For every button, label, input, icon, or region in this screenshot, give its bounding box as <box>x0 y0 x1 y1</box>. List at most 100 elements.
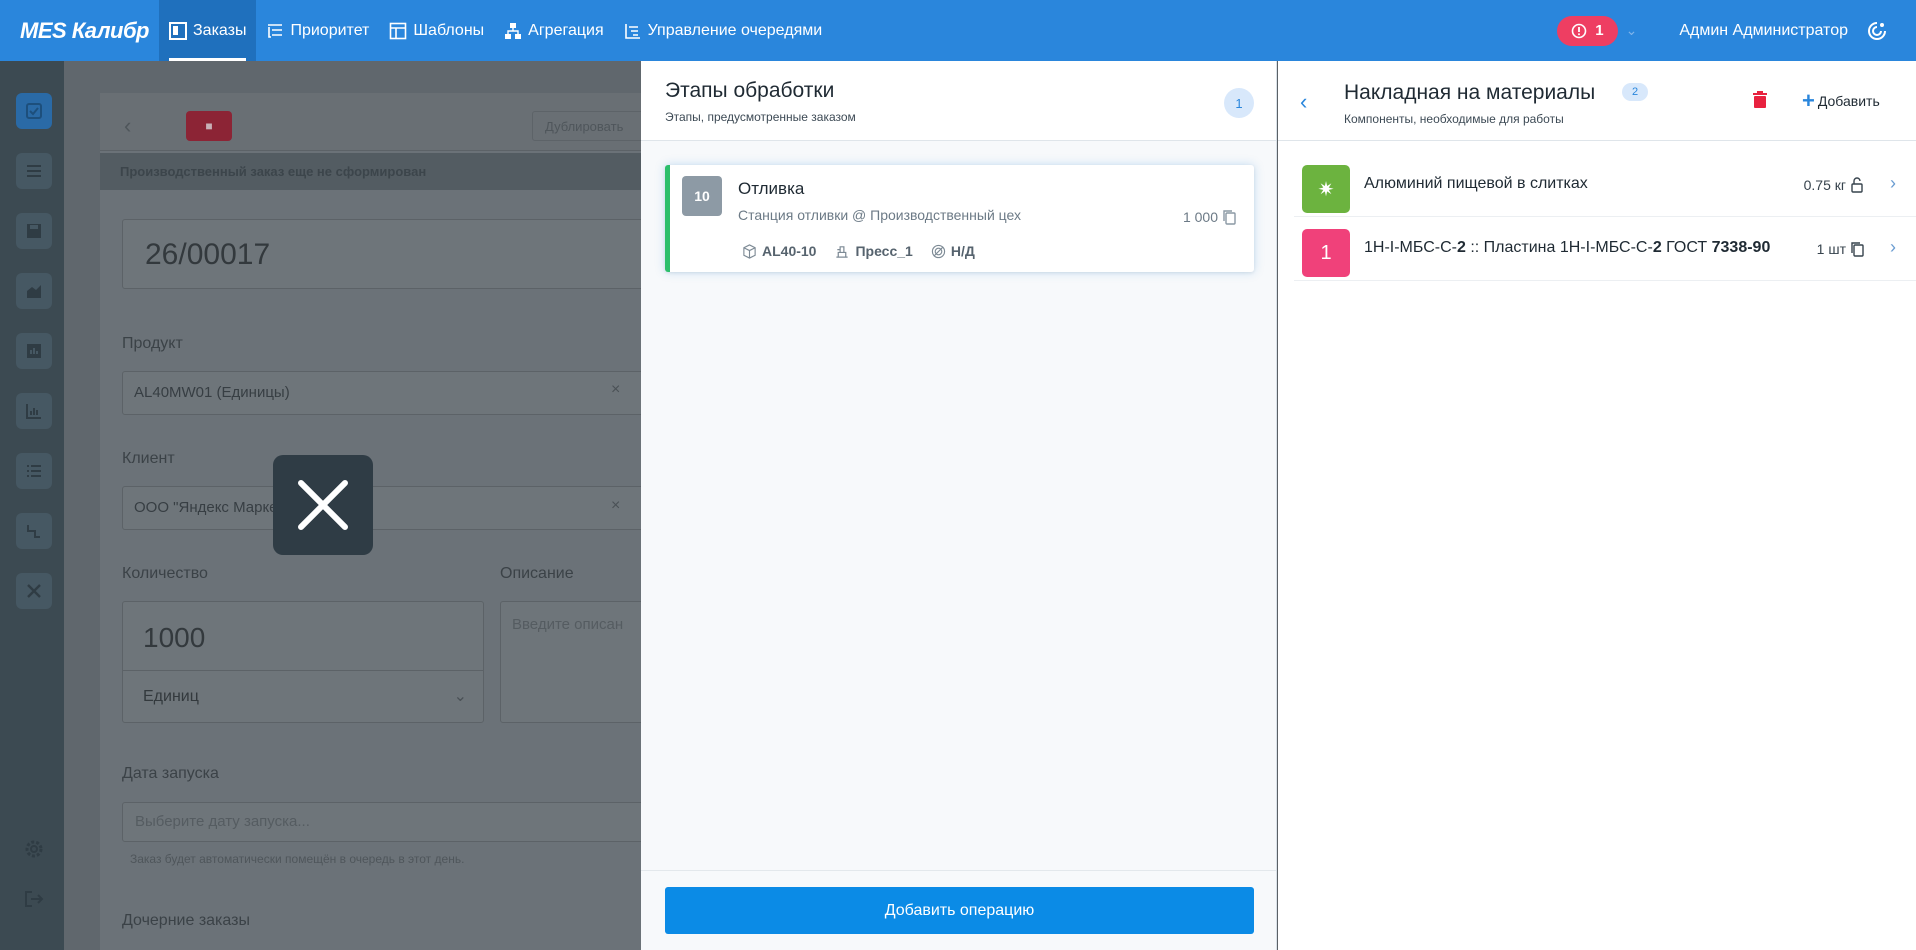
quantity-label: Количество <box>122 565 208 582</box>
material-quantity: 1 шт <box>1817 241 1864 257</box>
sidebar-item-stats[interactable] <box>16 393 52 429</box>
nav-templates[interactable]: Шаблоны <box>379 0 494 61</box>
user-name[interactable]: Админ Администратор <box>1679 22 1848 40</box>
product-select[interactable]: AL40MW01 (Единицы) <box>122 371 662 415</box>
operation-quantity: 1 000 <box>1183 209 1236 225</box>
back-icon[interactable]: ‹ <box>124 113 131 139</box>
materials-panel: ‹ Накладная на материалы 2 Компоненты, н… <box>1278 61 1916 950</box>
queue-icon <box>624 23 640 39</box>
order-number-field[interactable]: 26/00017 <box>122 219 662 289</box>
chevron-right-icon[interactable]: › <box>1890 237 1896 258</box>
status-banner: Производственный заказ еще не сформирова… <box>100 153 660 190</box>
tools-icon <box>27 584 41 598</box>
active-tab-indicator <box>169 58 247 61</box>
material-type-icon: ✷ <box>1302 165 1350 213</box>
tag-item: AL40-10 <box>742 243 816 259</box>
sidebar-item-area-chart[interactable] <box>16 273 52 309</box>
sidebar-settings-gear[interactable] <box>22 837 46 861</box>
alert-icon <box>1571 23 1587 38</box>
nav-priority[interactable]: Приоритет <box>256 0 379 61</box>
lock-icon[interactable] <box>1850 177 1864 193</box>
nav-templates-label: Шаблоны <box>413 21 485 39</box>
material-name-bold: 2 <box>1456 239 1466 256</box>
materials-title: Накладная на материалы <box>1344 81 1596 104</box>
alerts-count: 1 <box>1595 22 1604 39</box>
add-material-label: Добавить <box>1817 93 1880 109</box>
nav-queue-management[interactable]: Управление очередями <box>614 0 833 61</box>
copy-icon[interactable] <box>1222 209 1236 225</box>
material-row[interactable]: ✷ Алюминий пищевой в слитках 0.75 кг › <box>1294 153 1916 217</box>
stages-subtitle: Этапы, предусмотренные заказом <box>665 110 856 124</box>
aggregation-icon <box>505 22 522 39</box>
material-row[interactable]: 1 1Н-I-МБС-С-2 :: Пластина 1Н-I-МБС-С-2 … <box>1294 217 1916 281</box>
launch-date-label: Дата запуска <box>122 765 219 782</box>
save-icon <box>27 224 41 238</box>
stats-icon <box>26 404 41 419</box>
sidebar-item-list[interactable] <box>16 453 52 489</box>
chevron-down-icon: ⌄ <box>453 688 467 705</box>
chevron-down-icon[interactable]: ⌄ <box>1626 22 1638 39</box>
launch-date-input[interactable]: Выберите дату запуска... <box>122 802 662 842</box>
nav-queue-label: Управление очередями <box>647 21 823 39</box>
nav-orders[interactable]: Заказы <box>159 0 257 61</box>
material-name: 1Н-I-МБС-С-2 :: Пластина 1Н-I-МБС-С-2 ГО… <box>1364 239 1770 257</box>
gear-icon <box>25 840 43 858</box>
app-logo[interactable]: MES Калибр <box>0 18 159 44</box>
user-menu-icon[interactable] <box>1866 20 1888 42</box>
tool-icon <box>931 244 945 258</box>
nav-priority-label: Приоритет <box>290 21 370 39</box>
sidebar-item-orders[interactable] <box>16 93 52 129</box>
stages-count-badge: 1 <box>1224 88 1254 118</box>
sidebar-item-tools[interactable] <box>16 573 52 609</box>
delete-order-button[interactable]: ■ <box>186 111 232 141</box>
top-navbar: MES Калибр Заказы Приоритет Шаблоны Агре… <box>0 0 1916 61</box>
sidebar-item-settings[interactable] <box>16 153 52 189</box>
tag-tool-label: Н/Д <box>950 243 975 259</box>
sidebar-item-route[interactable] <box>16 513 52 549</box>
list-icon <box>27 465 41 477</box>
description-input[interactable]: Введите описан <box>500 601 662 723</box>
sliders-icon <box>27 165 41 177</box>
material-name-bold: 7338-90 <box>1711 239 1771 256</box>
operation-card[interactable]: 10 Отливка Станция отливки @ Производств… <box>665 165 1254 272</box>
checklist-icon <box>26 103 42 119</box>
material-quantity: 0.75 кг <box>1804 177 1864 193</box>
launch-date-hint: Заказ будет автоматически помещён в очер… <box>130 852 465 866</box>
back-icon[interactable]: ‹ <box>1300 89 1307 115</box>
material-name-part: 1Н-I-МБС-С- <box>1364 239 1457 256</box>
stages-list: 10 Отливка Станция отливки @ Производств… <box>641 141 1276 870</box>
material-name-part: ГОСТ <box>1661 239 1712 256</box>
nav-aggregation-label: Агрегация <box>528 21 604 39</box>
material-name-part: :: Пластина 1Н-I-МБС-С- <box>1465 239 1653 256</box>
unit-select[interactable]: Единиц <box>143 688 199 706</box>
bar-chart-icon <box>27 344 41 358</box>
chevron-right-icon[interactable]: › <box>1890 173 1896 194</box>
clear-client-icon[interactable]: × <box>611 497 620 515</box>
quantity-input[interactable]: 1000 <box>143 622 205 654</box>
add-material-button[interactable]: + Добавить <box>1802 90 1880 112</box>
material-name: Алюминий пищевой в слитках <box>1364 175 1588 192</box>
clear-product-icon[interactable]: × <box>611 381 620 399</box>
operation-tags: AL40-10 Пресс_1 Н/Д <box>742 243 975 259</box>
client-select[interactable]: ООО "Яндекс Марке <box>122 486 662 530</box>
materials-list: ✷ Алюминий пищевой в слитках 0.75 кг › 1… <box>1294 153 1916 281</box>
quantity-group: 1000 Единиц ⌄ <box>122 601 484 723</box>
tag-item-label: AL40-10 <box>762 243 817 259</box>
sidebar-item-save[interactable] <box>16 213 52 249</box>
stages-header: Этапы обработки Этапы, предусмотренные з… <box>641 61 1276 141</box>
close-icon <box>298 480 348 530</box>
close-overlay-button[interactable] <box>273 455 373 555</box>
copy-icon[interactable] <box>1850 241 1864 257</box>
sidebar <box>0 61 64 950</box>
sidebar-item-bar-chart[interactable] <box>16 333 52 369</box>
templates-icon <box>390 22 407 39</box>
sidebar-logout[interactable] <box>22 887 46 911</box>
materials-count-badge: 2 <box>1622 83 1648 101</box>
trash-icon[interactable] <box>1752 91 1768 109</box>
stages-title: Этапы обработки <box>665 79 835 102</box>
machine-icon <box>836 245 849 258</box>
nav-orders-label: Заказы <box>193 21 247 39</box>
nav-aggregation[interactable]: Агрегация <box>494 0 613 61</box>
add-operation-button[interactable]: Добавить операцию <box>665 887 1254 934</box>
alerts-badge[interactable]: 1 <box>1557 15 1618 46</box>
